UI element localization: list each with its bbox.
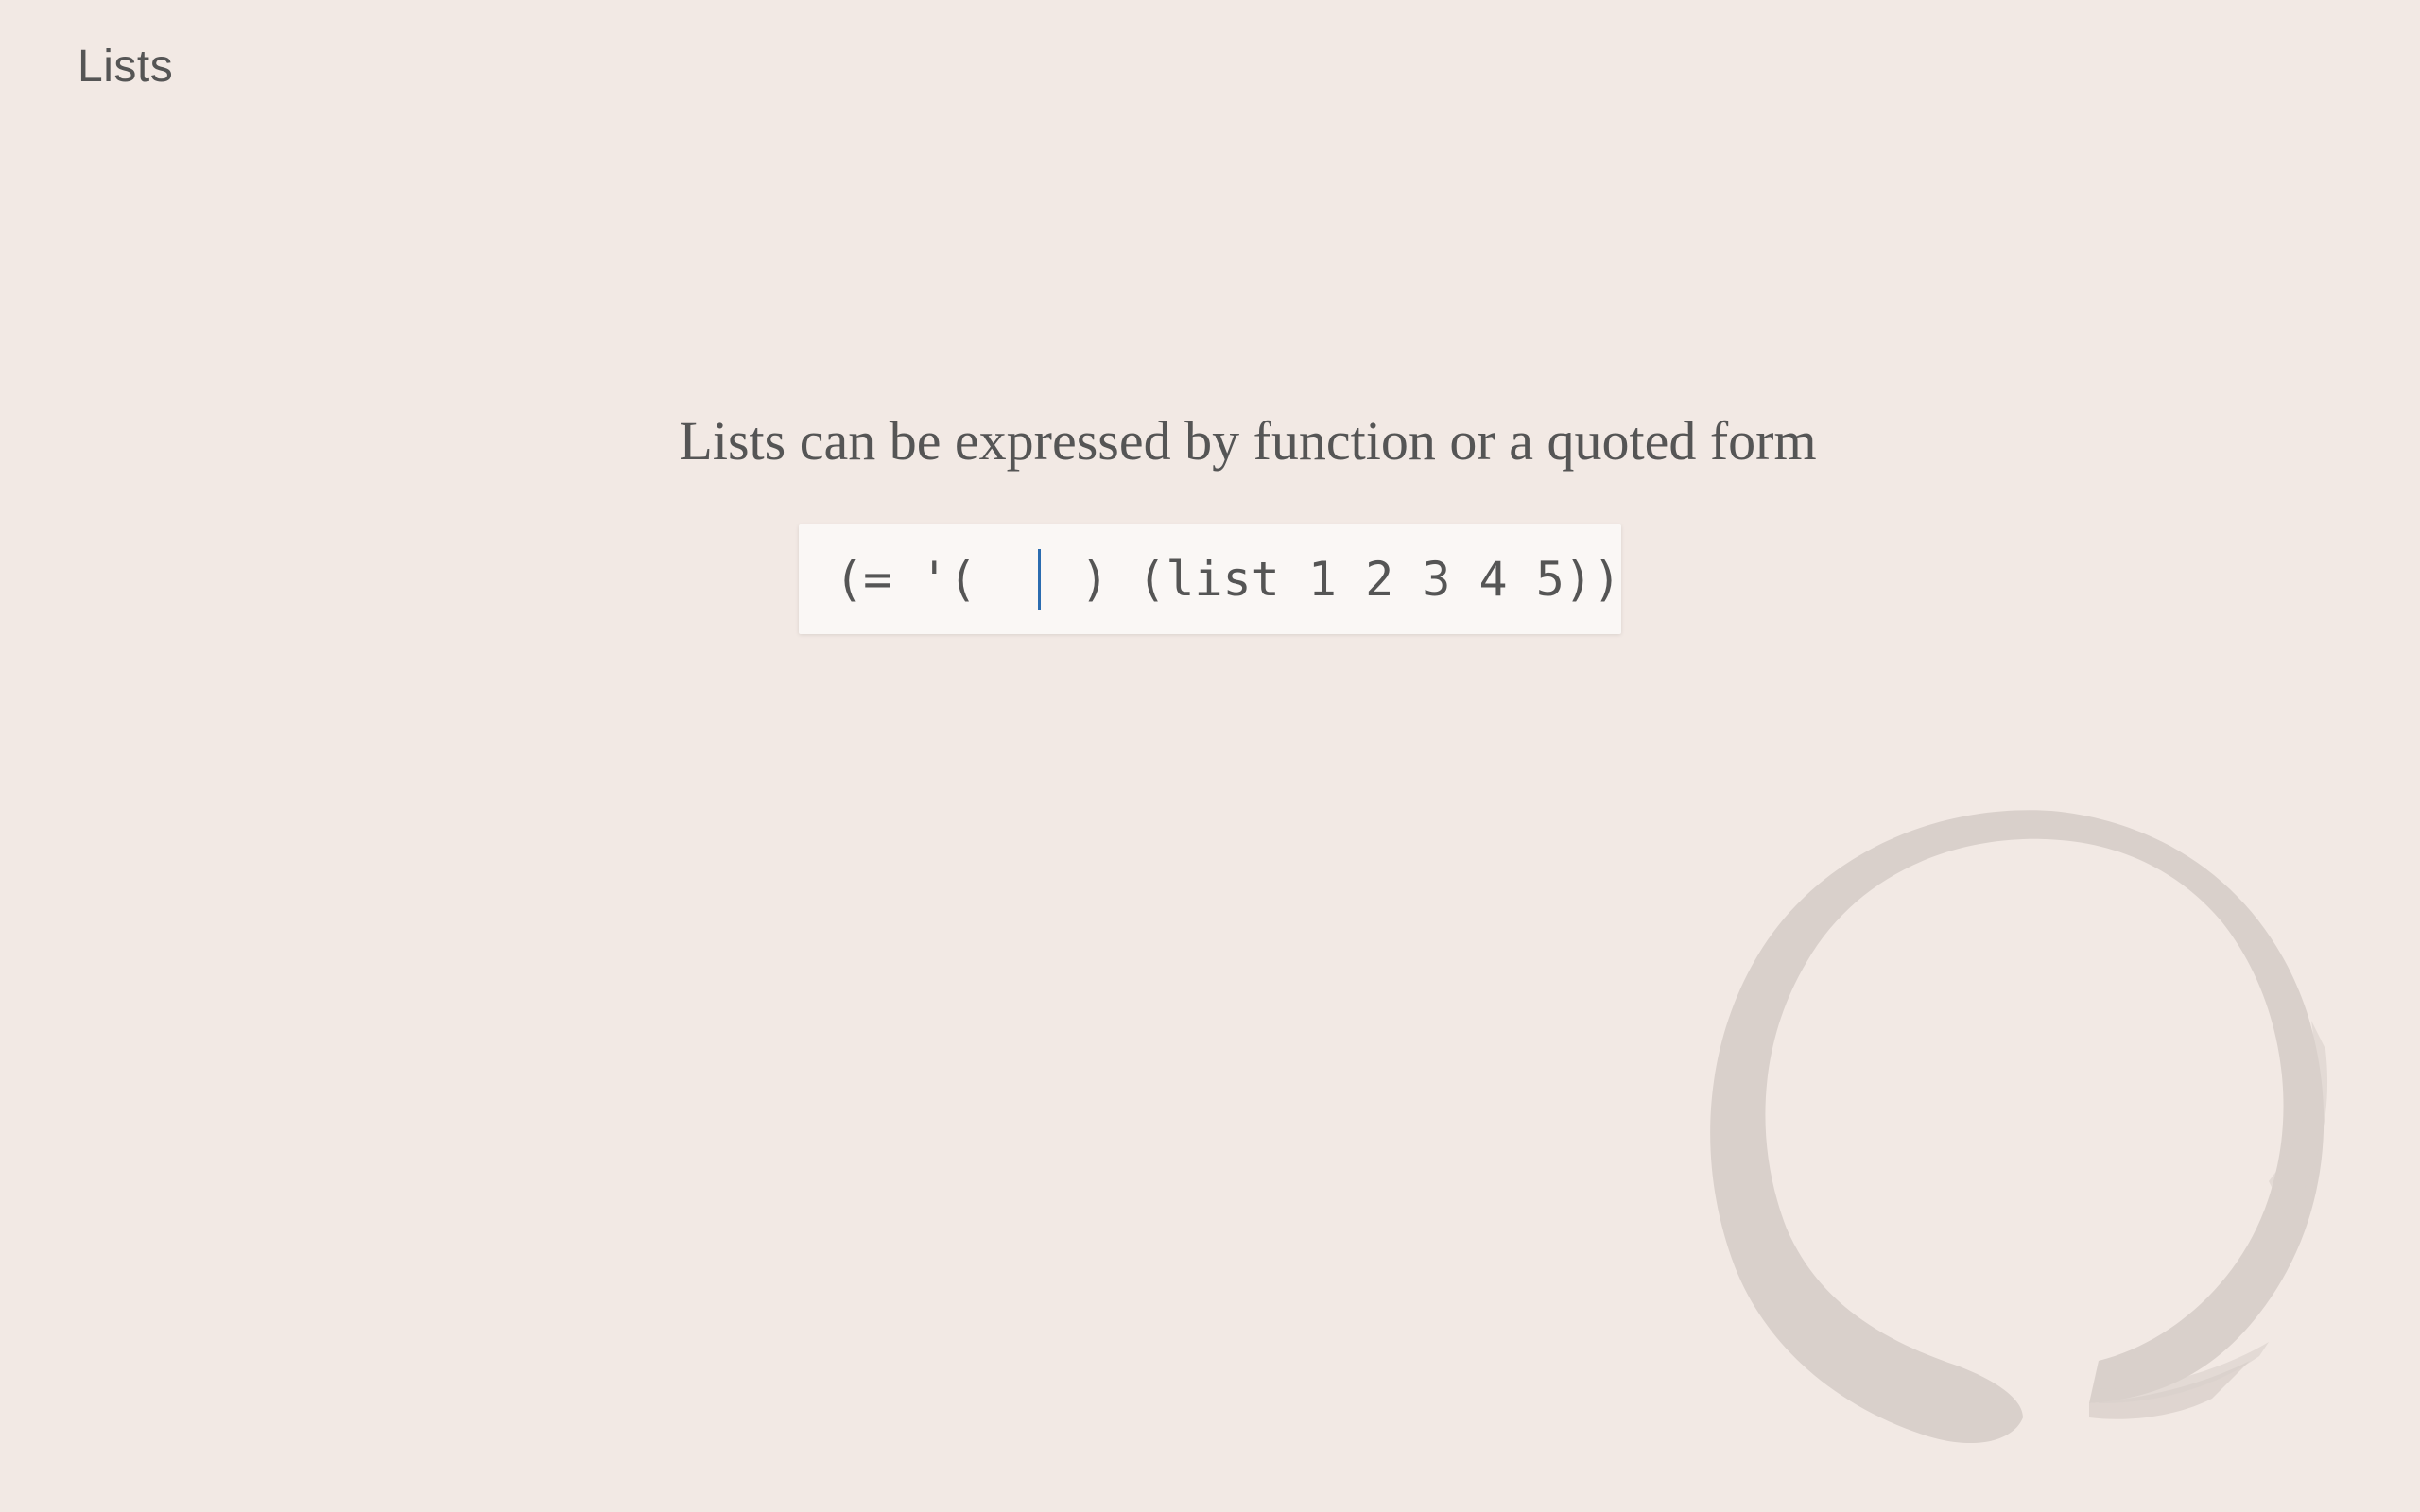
code-exercise: (= '( ) (list 1 2 3 4 5)) bbox=[799, 524, 1621, 634]
lesson-prompt: Lists can be expressed by function or a … bbox=[679, 410, 1817, 472]
code-after-blank: ) (list 1 2 3 4 5)) bbox=[1080, 552, 1621, 607]
page-title: Lists bbox=[78, 42, 174, 92]
text-caret bbox=[1037, 549, 1041, 610]
enso-circle-icon bbox=[1710, 810, 2328, 1444]
answer-input[interactable] bbox=[987, 549, 1072, 610]
code-before-blank: (= '( bbox=[835, 552, 977, 607]
